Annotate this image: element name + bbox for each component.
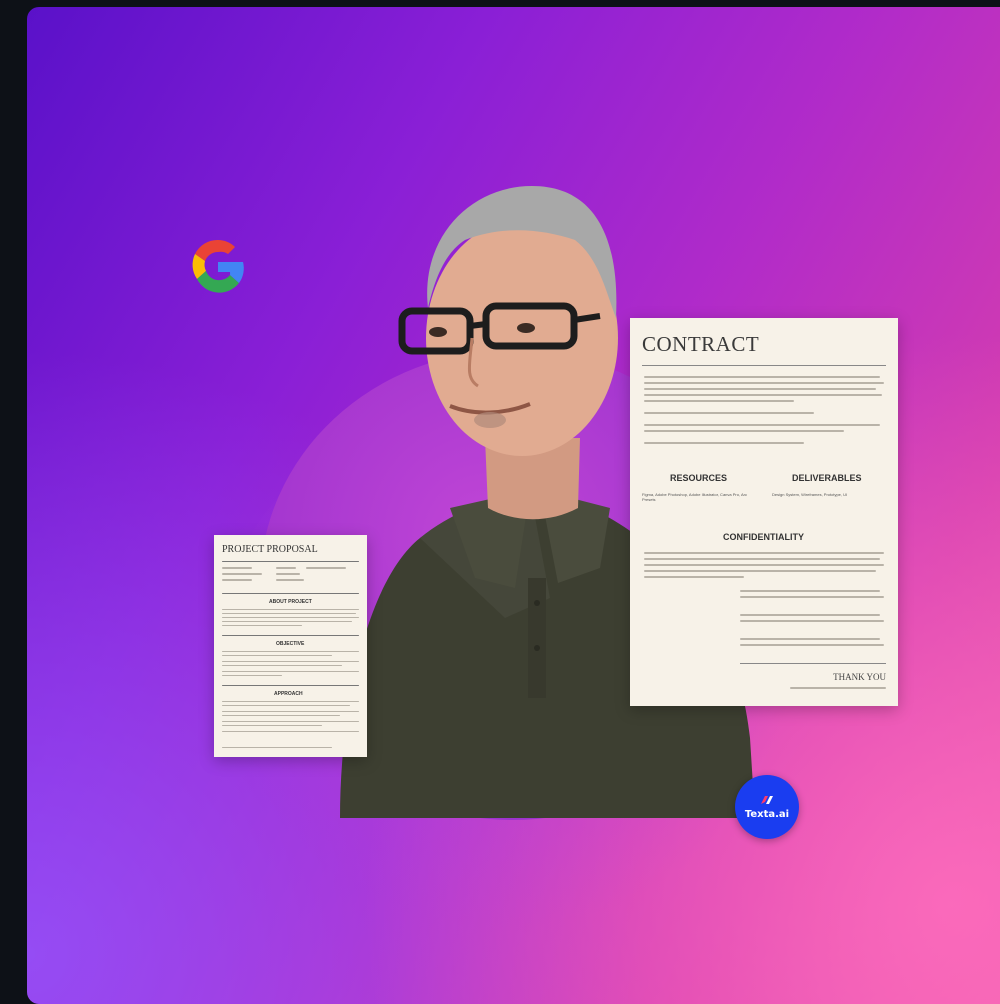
text-line — [644, 400, 794, 402]
text-line — [740, 614, 880, 616]
text-line — [222, 671, 359, 672]
divider — [222, 561, 359, 562]
text-line — [644, 376, 880, 378]
divider — [642, 365, 886, 366]
approach-heading: APPROACH — [274, 691, 303, 697]
text-line — [644, 570, 876, 572]
contract-signature: THANK YOU — [833, 672, 886, 682]
text-line — [644, 412, 814, 414]
divider — [222, 685, 359, 686]
text-line — [306, 567, 346, 569]
text-line — [222, 613, 356, 614]
text-line — [644, 430, 844, 432]
text-line — [790, 687, 886, 689]
text-line — [644, 558, 880, 560]
text-line — [740, 644, 884, 646]
text-line — [222, 661, 359, 662]
text-line — [222, 609, 359, 610]
text-line — [222, 721, 359, 722]
text-line — [222, 579, 252, 581]
text-line — [276, 579, 304, 581]
contract-title: CONTRACT — [642, 332, 760, 356]
text-line — [222, 725, 322, 726]
about-heading: ABOUT PROJECT — [269, 599, 312, 605]
divider — [222, 635, 359, 636]
texta-label: Texta.ai — [744, 809, 790, 820]
text-line — [222, 655, 332, 656]
text-line — [644, 388, 876, 390]
text-line — [644, 442, 804, 444]
text-line — [222, 617, 359, 618]
texta-badge: Texta.ai — [735, 775, 799, 839]
divider — [740, 663, 886, 664]
resources-text: Figma, Adobe Photoshop, Adobe Illustrato… — [642, 492, 747, 502]
objective-heading: OBJECTIVE — [276, 641, 305, 647]
text-line — [222, 665, 342, 666]
text-line — [276, 573, 300, 575]
text-line — [740, 596, 884, 598]
texta-icon — [761, 796, 773, 804]
text-line — [644, 564, 884, 566]
text-line — [644, 552, 884, 554]
deliverables-text: Design System, Wireframes, Prototype, UI — [772, 492, 848, 497]
proposal-title: PROJECT PROPOSAL — [222, 544, 318, 555]
proposal-document: PROJECT PROPOSAL ABOUT PROJECT OBJECTIVE… — [214, 535, 367, 757]
contract-document: CONTRACT RESOURCES DELIVERABLES Figma, A… — [630, 318, 898, 706]
text-line — [222, 625, 302, 626]
text-line — [740, 638, 880, 640]
text-line — [222, 731, 359, 732]
text-line — [644, 576, 744, 578]
text-line — [222, 651, 359, 652]
text-line — [740, 590, 880, 592]
text-line — [644, 382, 884, 384]
text-line — [222, 705, 350, 706]
text-line — [222, 701, 359, 702]
text-line — [644, 394, 882, 396]
text-line — [222, 621, 352, 622]
text-line — [222, 715, 340, 716]
text-line — [222, 573, 262, 575]
text-line — [222, 675, 282, 676]
resources-heading: RESOURCES — [670, 473, 728, 483]
text-line — [222, 567, 252, 569]
stage: CONTRACT RESOURCES DELIVERABLES Figma, A… — [0, 0, 1000, 1004]
google-icon — [192, 239, 244, 293]
divider — [222, 593, 359, 594]
text-line — [740, 620, 884, 622]
text-line — [276, 567, 296, 569]
text-line — [644, 424, 880, 426]
text-line — [222, 747, 332, 748]
confidentiality-heading: CONFIDENTIALITY — [723, 532, 804, 542]
text-line — [222, 711, 359, 712]
deliverables-heading: DELIVERABLES — [792, 473, 862, 483]
